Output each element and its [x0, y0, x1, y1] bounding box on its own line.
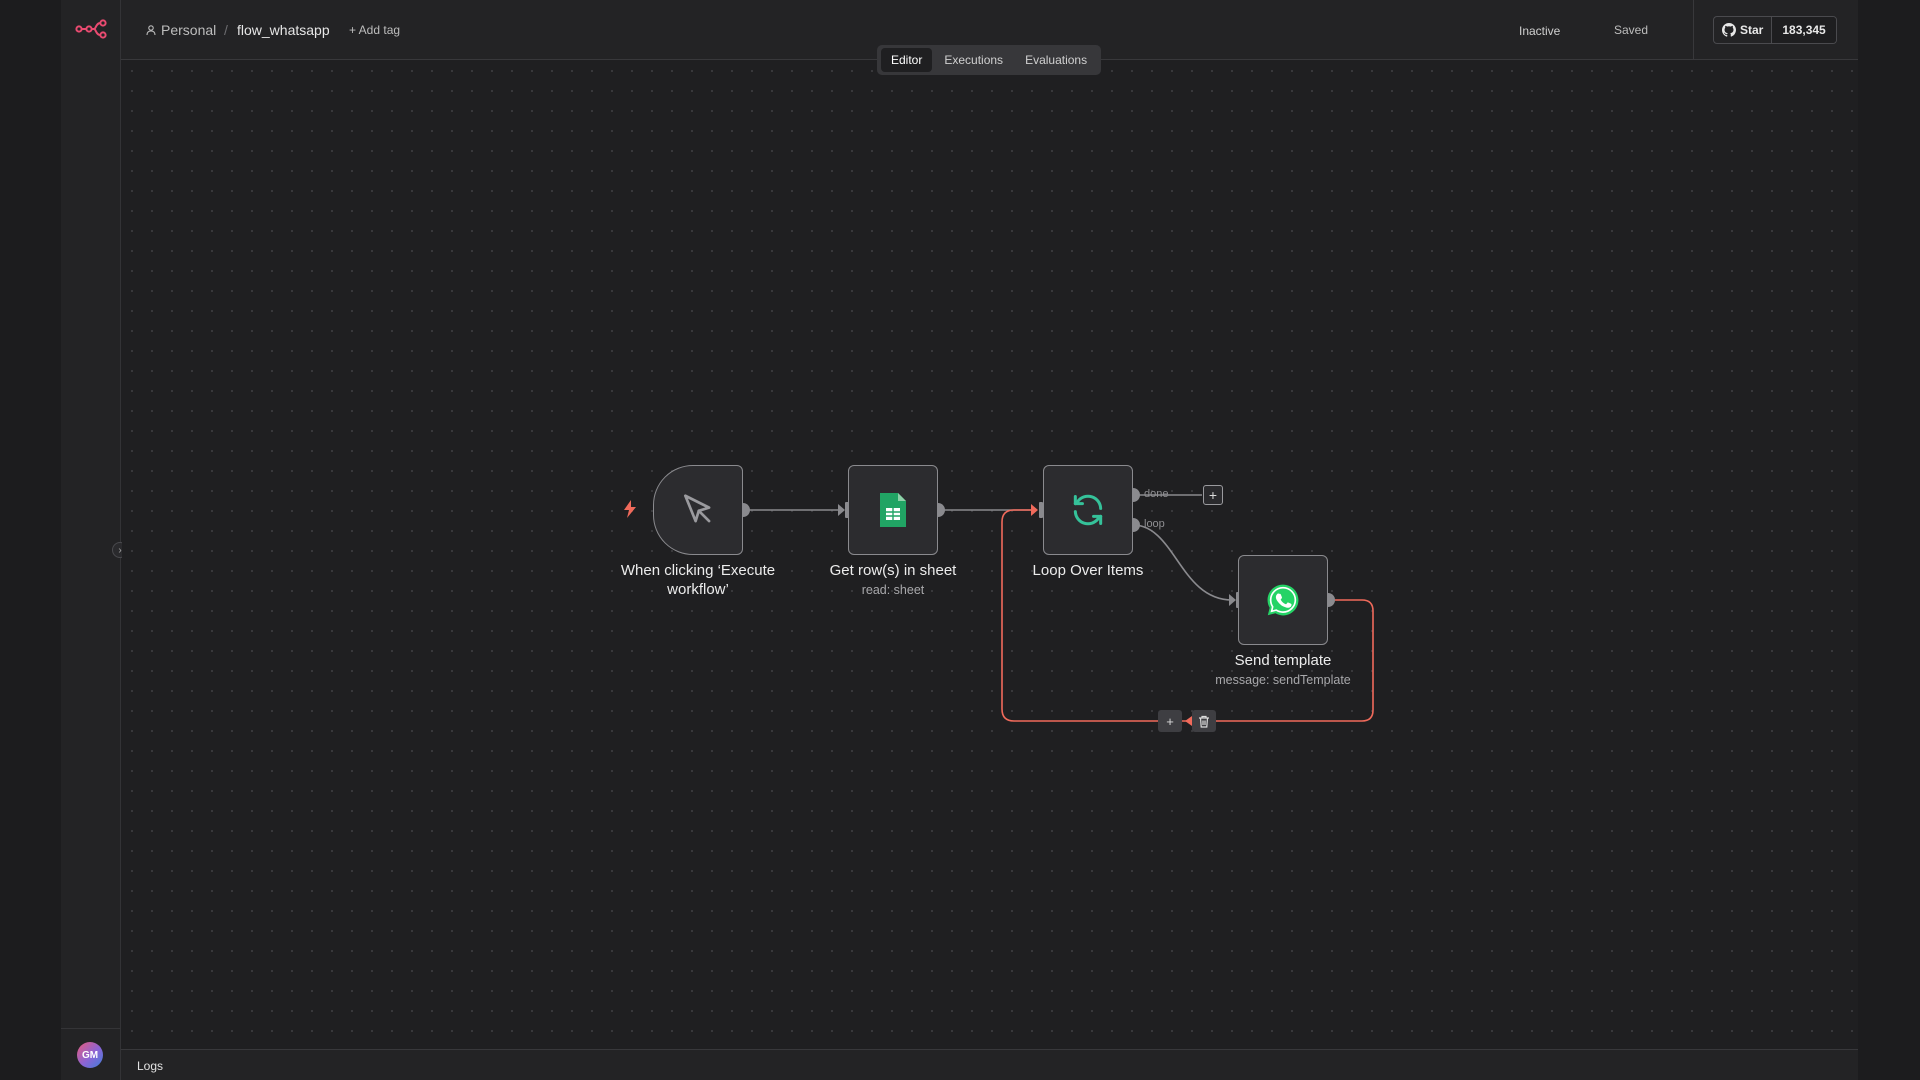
edge-delete-button[interactable] [1192, 710, 1216, 732]
node-title-sheets: Get row(s) in sheet [829, 562, 957, 579]
whatsapp-icon [1267, 584, 1299, 616]
refresh-loop-icon [1073, 494, 1103, 526]
tab-editor[interactable]: Editor [881, 48, 933, 72]
node-manual-trigger[interactable] [653, 465, 743, 555]
bolt-icon [624, 500, 636, 518]
node-whatsapp-send-template[interactable] [1238, 555, 1328, 645]
workflow-name[interactable]: flow_whatsapp [237, 22, 330, 38]
person-icon [146, 25, 156, 36]
github-star-widget[interactable]: Star 183,345 [1713, 16, 1837, 44]
github-star-button[interactable]: Star [1714, 17, 1773, 43]
node-loop-over-items[interactable] [1043, 465, 1133, 555]
avatar-initials: GM [81, 1049, 99, 1061]
view-tabs: Editor Executions Evaluations [877, 45, 1102, 75]
trash-icon [1199, 715, 1209, 728]
port-label-loop: loop [1144, 518, 1165, 530]
n8n-logo[interactable] [75, 16, 107, 40]
tab-evaluations[interactable]: Evaluations [1015, 48, 1097, 72]
github-icon [1722, 23, 1736, 37]
node-subtitle-sheets: read: sheet [861, 583, 925, 597]
cursor-icon [683, 494, 711, 523]
github-star-count: 183,345 [1772, 17, 1836, 43]
add-tag-button[interactable]: + Add tag [349, 23, 400, 37]
node-subtitle-whatsapp: message: sendTemplate [1215, 673, 1351, 687]
sidebar-divider [61, 1028, 121, 1029]
logs-panel-bar[interactable]: Logs [121, 1049, 1858, 1080]
workflow-canvas[interactable] [122, 61, 1858, 1049]
node-title-loop: Loop Over Items [1032, 562, 1144, 579]
add-node-button[interactable]: + [1203, 485, 1223, 505]
logs-label: Logs [137, 1059, 164, 1073]
main-sidebar: GM [61, 0, 121, 1080]
header-divider [1693, 0, 1694, 60]
active-toggle-status[interactable]: Inactive [1519, 24, 1560, 38]
node-title-whatsapp: Send template [1234, 652, 1332, 669]
breadcrumb-project-label: Personal [161, 22, 217, 38]
breadcrumb-project[interactable]: Personal [145, 22, 216, 38]
breadcrumb-separator: / [224, 22, 228, 38]
github-star-label: Star [1740, 23, 1764, 37]
node-title-trigger: When clicking ‘Execute workflow’ [620, 562, 776, 598]
edge-add-button[interactable]: + [1158, 710, 1182, 732]
google-sheets-icon [880, 493, 906, 527]
window-edge-right [1858, 0, 1920, 1080]
window-edge-left [0, 0, 61, 1080]
plus-icon: + [1166, 713, 1174, 729]
node-google-sheets[interactable] [848, 465, 938, 555]
plus-icon: + [1208, 487, 1218, 503]
avatar[interactable]: GM [77, 1042, 103, 1068]
save-status: Saved [1614, 23, 1649, 37]
port-label-done: done [1144, 488, 1169, 500]
tab-executions[interactable]: Executions [934, 48, 1013, 72]
